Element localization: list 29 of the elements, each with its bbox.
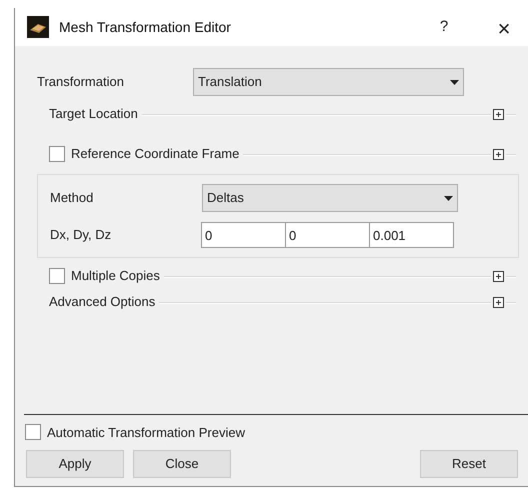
expand-icon[interactable] [493,148,504,160]
action-button[interactable]: Apply [26,450,124,478]
field-label: Dx, Dy, Dz [50,226,112,244]
checkbox-label: Automatic Transformation Preview [47,424,245,442]
checkbox[interactable] [25,424,41,440]
group-label: Advanced Options [49,293,156,312]
action-button[interactable]: Close [133,450,231,478]
expand-icon[interactable] [493,296,504,308]
input-field[interactable]: 0.001 [369,222,454,248]
help-button[interactable]: ? [424,12,464,42]
dropdown[interactable]: Translation [193,68,464,96]
input-field[interactable]: 0 [201,222,286,248]
window-title: Mesh Transformation Editor [59,18,231,36]
field-label: Transformation [37,73,125,92]
expand-icon[interactable] [493,108,504,120]
checkbox[interactable] [49,268,65,284]
group-label: Target Location [49,105,138,124]
caret-icon [450,80,459,84]
input-field[interactable]: 0 [285,222,370,248]
checkbox[interactable] [49,146,65,162]
group-label: Reference Coordinate Frame [71,145,240,164]
close-button[interactable]: × [484,12,524,42]
action-button[interactable]: Reset [420,450,518,478]
field-label: Method [50,189,94,208]
app-logo-icon [27,16,49,38]
caret-icon [444,196,453,200]
group-label: Multiple Copies [71,267,160,286]
dropdown[interactable]: Deltas [202,184,458,212]
expand-icon[interactable] [493,270,504,282]
